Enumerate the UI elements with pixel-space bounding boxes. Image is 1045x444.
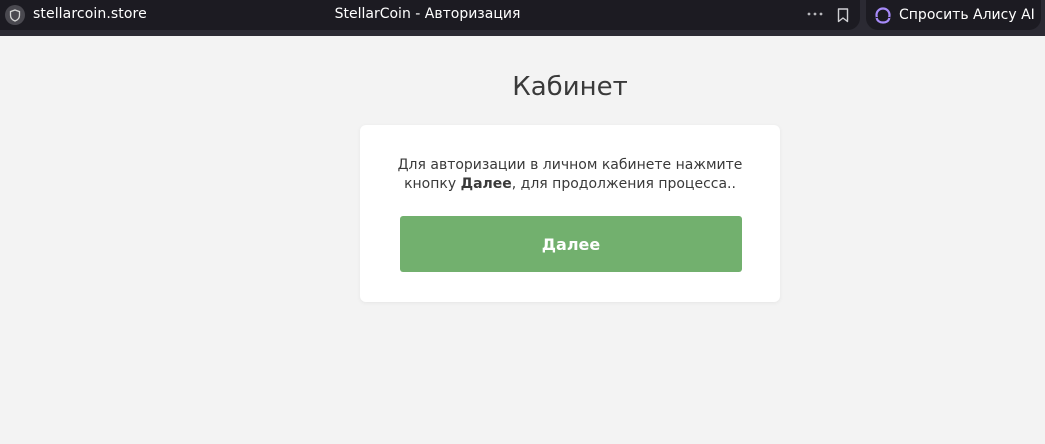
browser-toolbar: stellarcoin.store StellarCoin - Авториза… (0, 0, 1045, 36)
auth-message-bold: Далее (460, 176, 512, 192)
address-bar[interactable]: stellarcoin.store StellarCoin - Авториза… (0, 0, 860, 30)
ask-alice-label: Спросить Алису AI (899, 7, 1035, 23)
auth-message: Для авторизации в личном кабинете нажмит… (380, 156, 760, 194)
page-title: Кабинет (512, 72, 628, 102)
bookmark-icon[interactable] (834, 5, 852, 25)
site-domain[interactable]: stellarcoin.store (33, 6, 147, 22)
auth-card: Для авторизации в личном кабинете нажмит… (360, 125, 780, 302)
auth-message-after: , для продолжения процесса.. (511, 176, 736, 192)
tab-title: StellarCoin - Авторизация (334, 6, 521, 22)
shield-icon[interactable] (5, 5, 25, 25)
ask-alice-button[interactable]: Спросить Алису AI (866, 0, 1041, 30)
alice-icon (873, 5, 893, 25)
more-dots-icon[interactable] (805, 4, 825, 24)
next-button[interactable]: Далее (400, 216, 742, 272)
